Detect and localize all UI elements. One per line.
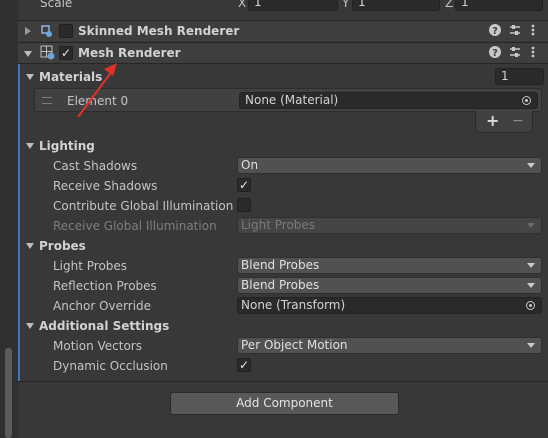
anchor-override-field[interactable]: None (Transform) [237, 297, 542, 314]
foldout-collapsed-icon[interactable] [25, 27, 31, 35]
object-picker-icon[interactable] [526, 301, 535, 310]
light-probes-dropdown[interactable]: Blend Probes [237, 257, 542, 274]
anchor-override-label: Anchor Override [53, 299, 152, 313]
chevron-down-icon [527, 343, 535, 348]
selection-bar [18, 64, 20, 382]
add-component-button[interactable]: Add Component [170, 392, 399, 415]
scale-y-label[interactable]: Y [342, 0, 349, 11]
reflection-probes-label: Reflection Probes [53, 279, 157, 293]
scale-z-field[interactable]: 1 [455, 0, 543, 11]
element-0-material-field[interactable]: None (Material) [239, 92, 538, 109]
preset-icon[interactable] [509, 46, 521, 62]
add-element-button[interactable]: + [486, 113, 499, 129]
object-picker-icon[interactable] [522, 96, 531, 105]
help-icon[interactable]: ? [489, 24, 501, 40]
lighting-label: Lighting [39, 139, 95, 153]
light-probes-label: Light Probes [53, 259, 128, 273]
contribute-gi-checkbox[interactable] [237, 198, 251, 212]
preset-icon[interactable] [509, 24, 521, 40]
annotation-arrow-icon [77, 63, 117, 118]
chevron-down-icon [527, 163, 535, 168]
scale-label: Scale [40, 0, 73, 10]
chevron-down-icon [527, 263, 535, 268]
additional-settings-foldout-icon[interactable] [26, 323, 34, 329]
chevron-down-icon [527, 223, 535, 228]
help-icon[interactable]: ? [489, 46, 501, 62]
receive-gi-dropdown: Light Probes [237, 217, 542, 234]
scale-y-field[interactable]: 1 [352, 0, 440, 11]
reflection-probes-dropdown[interactable]: Blend Probes [237, 277, 542, 294]
additional-settings-label: Additional Settings [39, 319, 170, 333]
scale-x-label[interactable]: X [238, 0, 246, 11]
svg-text:?: ? [492, 48, 498, 58]
materials-size-field[interactable]: 1 [495, 68, 544, 85]
motion-vectors-label: Motion Vectors [53, 339, 142, 353]
skinned-mesh-renderer-header[interactable]: Skinned Mesh Renderer ? [18, 21, 548, 41]
scrollbar-thumb[interactable] [5, 348, 12, 438]
mesh-renderer-icon [40, 45, 55, 60]
cast-shadows-label: Cast Shadows [53, 159, 138, 173]
skinned-mesh-enabled-checkbox[interactable] [59, 24, 73, 38]
dynamic-occlusion-label: Dynamic Occlusion [53, 359, 168, 373]
receive-shadows-label: Receive Shadows [53, 179, 158, 193]
skinned-mesh-title: Skinned Mesh Renderer [78, 24, 240, 38]
probes-label: Probes [39, 239, 86, 253]
materials-foldout-icon[interactable] [26, 74, 34, 80]
probes-foldout-icon[interactable] [26, 243, 34, 249]
divider [18, 381, 548, 382]
kebab-menu-icon[interactable] [530, 23, 536, 41]
remove-element-button[interactable]: − [512, 113, 524, 129]
receive-shadows-checkbox[interactable]: ✓ [237, 178, 251, 192]
chevron-down-icon [527, 283, 535, 288]
lighting-foldout-icon[interactable] [26, 143, 34, 149]
dynamic-occlusion-checkbox[interactable]: ✓ [237, 358, 251, 372]
drag-handle-icon[interactable] [42, 97, 52, 104]
foldout-expanded-icon[interactable] [24, 51, 32, 57]
list-add-remove-box [475, 111, 533, 133]
contribute-gi-label: Contribute Global Illumination [53, 199, 234, 213]
scale-x-field[interactable]: 1 [248, 0, 338, 11]
svg-text:?: ? [492, 26, 498, 36]
skinned-mesh-icon [40, 24, 54, 38]
receive-gi-label: Receive Global Illumination [53, 219, 217, 233]
cast-shadows-dropdown[interactable]: On [237, 157, 542, 174]
kebab-menu-icon[interactable] [530, 45, 536, 63]
scale-z-label[interactable]: Z [445, 0, 453, 11]
motion-vectors-dropdown[interactable]: Per Object Motion [237, 337, 542, 354]
